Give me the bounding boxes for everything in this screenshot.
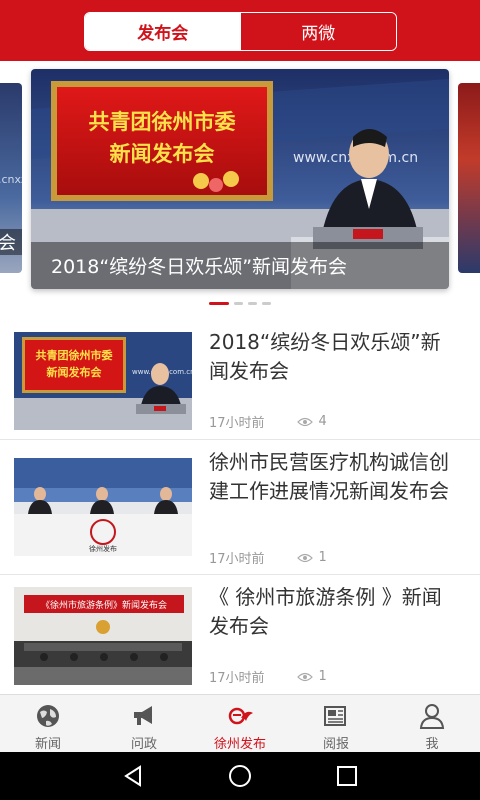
carousel-next-slide[interactable] bbox=[458, 83, 480, 273]
prev-slide-caption: 会 bbox=[0, 229, 22, 255]
thumb-banner-line-1: 共青团徐州市委 bbox=[36, 348, 114, 362]
tab-inquiry[interactable]: 问政 bbox=[96, 695, 192, 752]
tab-news[interactable]: 新闻 bbox=[0, 695, 96, 752]
news-views: 1 bbox=[296, 669, 327, 684]
news-meta: 17小时前 1 bbox=[209, 548, 327, 567]
news-view-count: 4 bbox=[318, 414, 327, 429]
news-views: 4 bbox=[296, 414, 327, 429]
news-time: 17小时前 bbox=[209, 671, 265, 686]
system-nav-bar bbox=[0, 752, 480, 800]
bottom-tab-bar: 新闻 问政 徐州发布 阅报 我 bbox=[0, 694, 480, 752]
news-thumbnail: 共青团徐州市委 新闻发布会 www.cnxz.com.cn bbox=[14, 332, 192, 430]
news-title: 2018“缤纷冬日欢乐颂”新闻发布会 bbox=[209, 330, 441, 383]
tab-label: 徐州发布 bbox=[213, 737, 266, 752]
news-meta: 17小时前 4 bbox=[209, 412, 327, 431]
tab-label: 新闻 bbox=[34, 737, 61, 752]
news-views: 1 bbox=[296, 550, 327, 565]
banner-line-2: 新闻发布会 bbox=[110, 142, 215, 166]
home-icon[interactable] bbox=[227, 763, 253, 789]
carousel-caption: 2018“缤纷冬日欢乐颂”新闻发布会 bbox=[31, 242, 449, 289]
eye-icon bbox=[296, 553, 313, 562]
tab-label: 阅报 bbox=[322, 737, 349, 752]
news-time: 17小时前 bbox=[209, 552, 265, 567]
prev-slide-watermark: .cnxz.com.cn bbox=[0, 173, 22, 186]
news-view-count: 1 bbox=[318, 669, 327, 684]
carousel-dots bbox=[0, 302, 480, 305]
tab-press-conference[interactable]: 发布会 bbox=[85, 13, 241, 50]
newspaper-icon bbox=[324, 706, 346, 726]
thumb-logo-text: 徐州发布 bbox=[89, 544, 117, 553]
megaphone-icon bbox=[134, 706, 152, 725]
tab-label: 问政 bbox=[130, 737, 157, 752]
carousel-dot[interactable] bbox=[262, 302, 271, 305]
banner-line-1: 共青团徐州市委 bbox=[89, 110, 236, 134]
list-item[interactable]: 共青团徐州市委 新闻发布会 www.cnxz.com.cn 2018“缤纷冬日欢… bbox=[0, 320, 480, 440]
news-thumbnail: 《徐州市旅游条例》新闻发布会 bbox=[14, 587, 192, 685]
person-icon bbox=[419, 704, 445, 729]
news-list: 共青团徐州市委 新闻发布会 www.cnxz.com.cn 2018“缤纷冬日欢… bbox=[0, 320, 480, 695]
carousel-prev-slide[interactable]: .cnxz.com.cn 会 bbox=[0, 83, 22, 273]
news-title: 徐州市民营医疗机构诚信创建工作进展情况新闻发布会 bbox=[209, 450, 449, 503]
carousel-dot[interactable] bbox=[209, 302, 229, 305]
news-time: 17小时前 bbox=[209, 416, 265, 431]
globe-icon bbox=[37, 705, 59, 727]
recents-icon[interactable] bbox=[334, 763, 360, 789]
tab-newspaper[interactable]: 阅报 bbox=[288, 695, 384, 752]
news-meta: 17小时前 1 bbox=[209, 667, 327, 686]
carousel-dot[interactable] bbox=[248, 302, 257, 305]
list-item[interactable]: 徐州发布 徐州市民营医疗机构诚信创建工作进展情况新闻发布会 17小时前 1 bbox=[0, 440, 480, 575]
tab-label: 我 bbox=[425, 737, 439, 752]
tab-xuzhou-release[interactable]: 徐州发布 bbox=[192, 695, 288, 752]
news-thumbnail: 徐州发布 bbox=[14, 458, 192, 556]
carousel-dot[interactable] bbox=[234, 302, 243, 305]
tab-weibo-wechat[interactable]: 两微 bbox=[240, 13, 396, 50]
eye-icon bbox=[296, 672, 313, 681]
eye-icon bbox=[296, 417, 313, 426]
news-view-count: 1 bbox=[318, 550, 327, 565]
thumb-banner-text: 《徐州市旅游条例》新闻发布会 bbox=[41, 599, 167, 611]
back-icon[interactable] bbox=[120, 763, 146, 789]
list-item[interactable]: 《徐州市旅游条例》新闻发布会 《 徐州市旅游条例 》新闻发布会 17小时前 1 bbox=[0, 575, 480, 695]
top-header: 发布会 两微 bbox=[0, 0, 480, 61]
banner-carousel[interactable]: .cnxz.com.cn 会 共青团徐州市委 新闻发布会 bbox=[0, 61, 480, 320]
xuzhou-logo-icon bbox=[228, 707, 253, 725]
segment-control: 发布会 两微 bbox=[84, 12, 397, 51]
carousel-main-slide[interactable]: 共青团徐州市委 新闻发布会 www.cnxz.com.cn 2018“缤纷冬日欢… bbox=[31, 69, 449, 289]
thumb-banner-line-2: 新闻发布会 bbox=[47, 365, 103, 379]
news-title: 《 徐州市旅游条例 》新闻发布会 bbox=[209, 585, 442, 638]
tab-me[interactable]: 我 bbox=[384, 695, 480, 752]
